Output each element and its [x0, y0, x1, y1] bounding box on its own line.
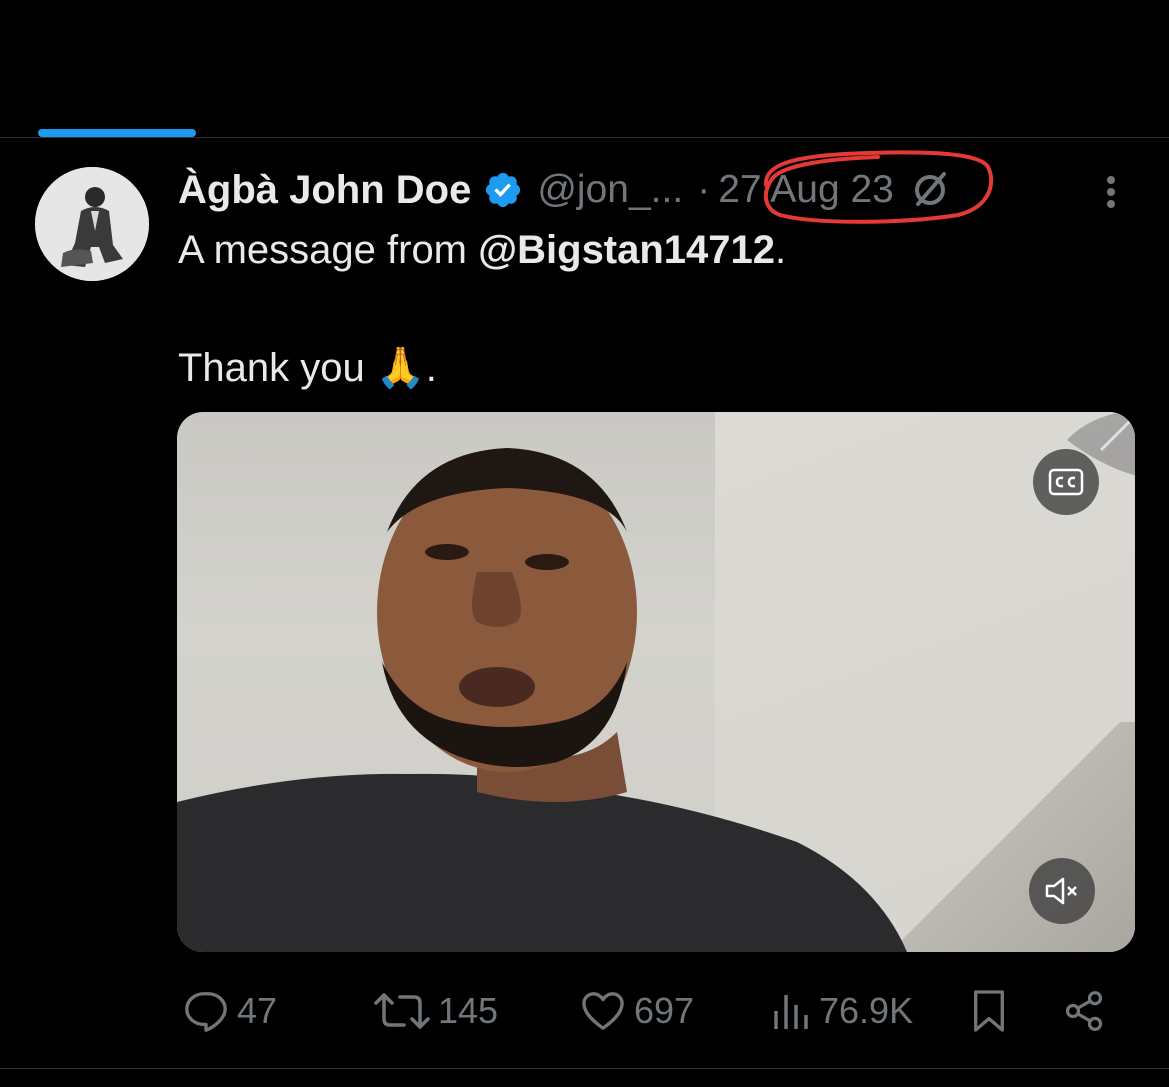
retweet-count: 145: [438, 990, 499, 1031]
reply-icon: [185, 992, 227, 1032]
bookmark-icon: [974, 990, 1004, 1032]
share-button[interactable]: [1062, 986, 1106, 1036]
more-options-icon[interactable]: [1098, 172, 1124, 212]
reply-button[interactable]: 47: [183, 986, 277, 1036]
views-icon: [774, 995, 808, 1029]
video-player[interactable]: [177, 412, 1135, 952]
tweet-line-1: A message from @Bigstan14712.: [178, 222, 1108, 278]
share-icon: [1065, 991, 1103, 1031]
retweet-icon: [374, 993, 430, 1029]
active-tab-indicator: [38, 129, 196, 137]
tweet-action-bar: 47 145 697 76.9K: [0, 986, 1169, 1036]
avatar[interactable]: [35, 167, 149, 281]
video-frame-person: [177, 448, 907, 952]
tweet-text-suffix: .: [775, 228, 787, 272]
tweet-date[interactable]: 27 Aug 23: [718, 168, 894, 212]
mention-link[interactable]: @Bigstan14712: [478, 228, 775, 272]
tweet-text-prefix: A message from: [178, 228, 479, 272]
like-count: 697: [634, 990, 695, 1031]
header-separator: ·: [697, 168, 711, 211]
retweet-button[interactable]: 145: [374, 986, 498, 1036]
tweet-header: Àgbà John Doe @jon_... · 27 Aug 23: [178, 164, 952, 216]
heart-icon: [582, 992, 624, 1030]
reply-count: 47: [237, 990, 278, 1031]
bottom-divider: [0, 1068, 1169, 1069]
closed-captions-button[interactable]: [1033, 449, 1099, 515]
view-count: 76.9K: [819, 990, 914, 1031]
verified-badge-icon: [483, 170, 523, 210]
views-button[interactable]: 76.9K: [771, 986, 913, 1036]
grok-icon[interactable]: [908, 168, 952, 212]
tweet-body: A message from @Bigstan14712. Thank you …: [178, 222, 1108, 396]
display-name[interactable]: Àgbà John Doe: [178, 168, 471, 213]
like-button[interactable]: 697: [580, 986, 694, 1036]
top-divider: [0, 137, 1169, 138]
avatar-photo: [35, 167, 149, 281]
bookmark-button[interactable]: [970, 986, 1008, 1036]
closed-captions-icon: [1048, 468, 1084, 496]
tweet-line-2: Thank you 🙏.: [178, 346, 437, 390]
user-handle[interactable]: @jon_...: [537, 168, 683, 212]
muted-speaker-icon: [1045, 877, 1077, 905]
mute-toggle-button[interactable]: [1029, 858, 1095, 924]
